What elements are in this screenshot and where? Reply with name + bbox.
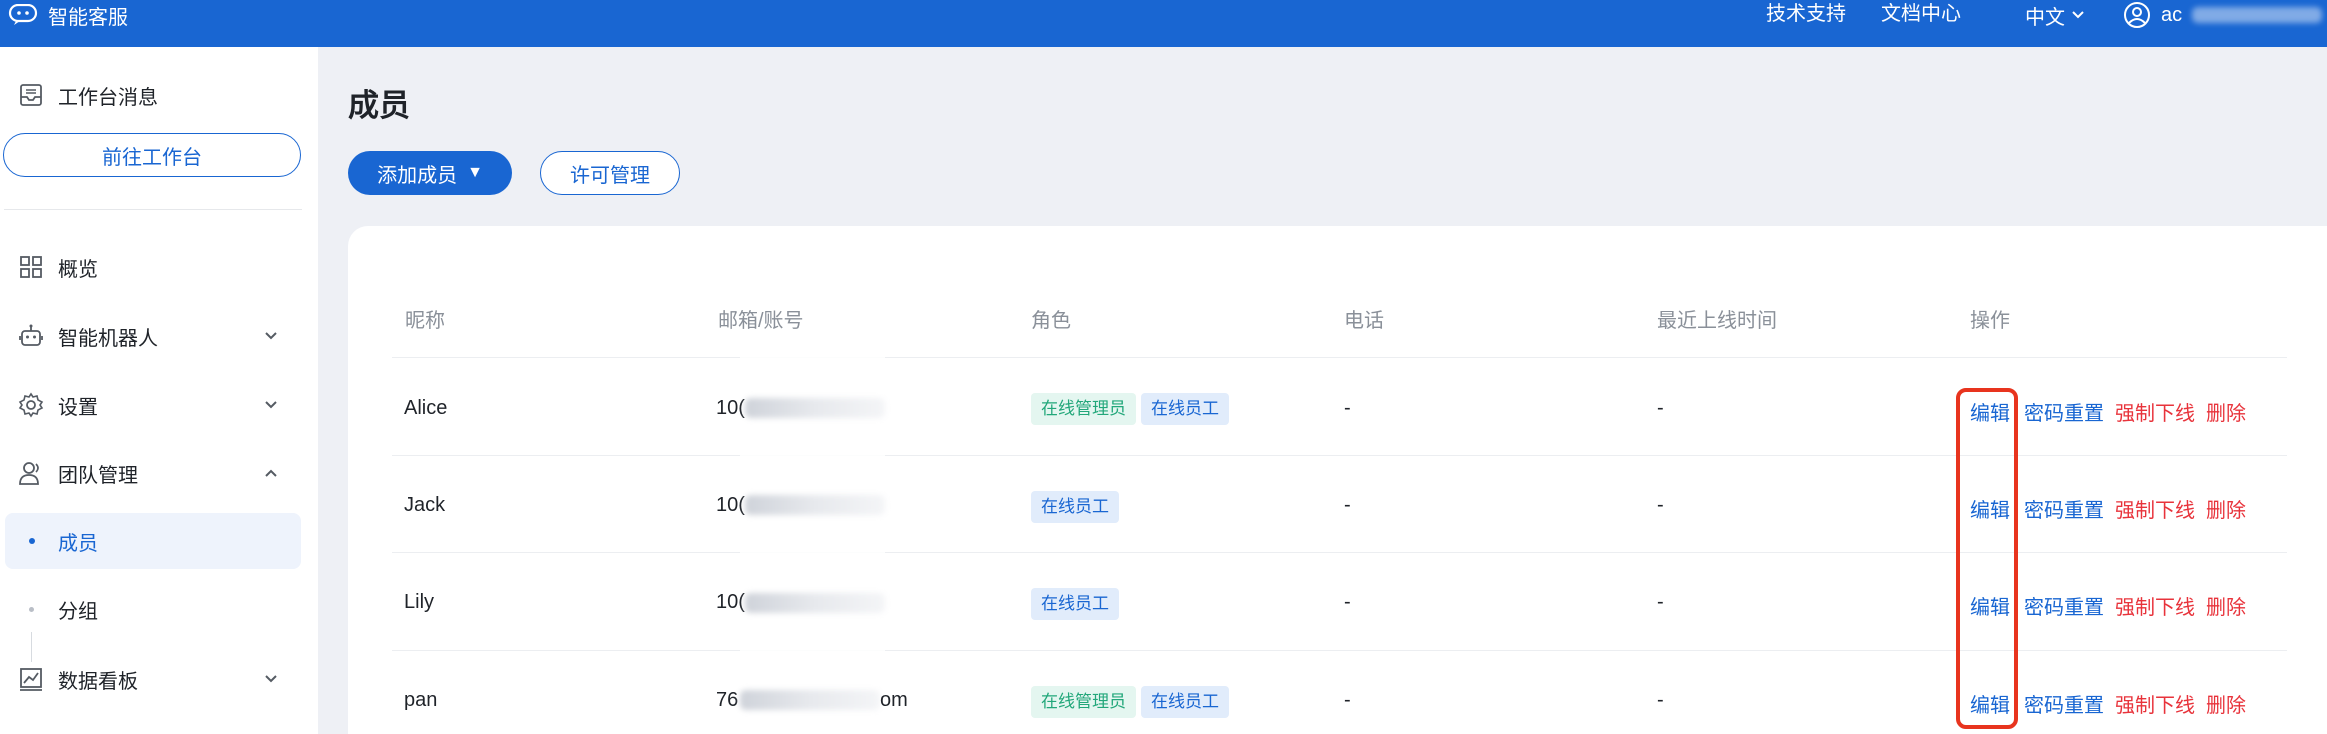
member-email: 76 bbox=[716, 689, 739, 711]
member-email: 10( bbox=[716, 494, 745, 516]
force-offline-link[interactable]: 强制下线 bbox=[2115, 689, 2195, 718]
column-header-actions: 操作 bbox=[1970, 310, 2010, 332]
sidebar-item-team[interactable]: 团队管理 bbox=[0, 446, 318, 500]
sidebar-item-dashboard[interactable]: 数据看板 bbox=[0, 652, 318, 706]
caret-down-icon: ▼ bbox=[467, 164, 483, 181]
docs-link[interactable]: 文档中心 bbox=[1881, 0, 1961, 30]
language-select[interactable]: 中文 bbox=[2025, 0, 2085, 30]
add-member-button[interactable]: 添加成员 ▼ bbox=[348, 151, 512, 195]
column-header-email: 邮箱/账号 bbox=[718, 310, 804, 332]
member-phone: - bbox=[1344, 494, 1351, 516]
chevron-down-icon bbox=[2072, 11, 2084, 19]
delete-link[interactable]: 删除 bbox=[2206, 397, 2246, 426]
sidebar-item-overview[interactable]: 概览 bbox=[0, 240, 318, 294]
delete-link[interactable]: 删除 bbox=[2206, 689, 2246, 718]
reset-password-link[interactable]: 密码重置 bbox=[2024, 689, 2104, 718]
brand-name: 智能客服 bbox=[48, 6, 128, 29]
member-nickname: Jack bbox=[404, 494, 446, 516]
member-nickname: pan bbox=[404, 689, 438, 711]
brand[interactable]: 智能客服 bbox=[8, 0, 128, 30]
row-divider bbox=[392, 357, 2287, 358]
chevron-down-icon bbox=[265, 675, 277, 683]
reset-password-link[interactable]: 密码重置 bbox=[2024, 591, 2104, 620]
role-tag-staff: 在线员工 bbox=[1141, 393, 1229, 425]
inbox-icon bbox=[20, 84, 42, 106]
member-last-online: - bbox=[1657, 591, 1664, 613]
grid-icon bbox=[20, 256, 42, 278]
robot-icon bbox=[19, 324, 43, 346]
sidebar-item-settings[interactable]: 设置 bbox=[0, 378, 318, 432]
sidebar-item-label: 团队管理 bbox=[58, 464, 138, 487]
force-offline-link[interactable]: 强制下线 bbox=[2115, 591, 2195, 620]
column-header-phone: 电话 bbox=[1344, 310, 1384, 332]
column-header-last-online: 最近上线时间 bbox=[1657, 310, 1777, 332]
chat-bot-icon bbox=[8, 4, 38, 25]
delete-link[interactable]: 删除 bbox=[2206, 494, 2246, 523]
sidebar-subitem-label: 分组 bbox=[58, 600, 98, 623]
user-icon bbox=[2124, 2, 2150, 28]
member-phone: - bbox=[1344, 591, 1351, 613]
license-management-button[interactable]: 许可管理 bbox=[540, 151, 680, 195]
language-label: 中文 bbox=[2025, 6, 2065, 29]
chevron-down-icon bbox=[265, 401, 277, 409]
sidebar-item-label: 设置 bbox=[58, 396, 98, 419]
role-tag-staff: 在线员工 bbox=[1031, 588, 1119, 620]
sidebar-subitem-members[interactable]: 成员 bbox=[5, 513, 301, 569]
column-header-nickname: 昵称 bbox=[405, 310, 445, 332]
sidebar-item-label: 工作台消息 bbox=[58, 86, 158, 109]
member-last-online: - bbox=[1657, 397, 1664, 419]
user-name-mask bbox=[2192, 7, 2323, 23]
column-header-role: 角色 bbox=[1031, 310, 1071, 332]
role-tag-admin: 在线管理员 bbox=[1031, 393, 1136, 425]
member-nickname: Lily bbox=[404, 591, 435, 613]
role-tag-staff: 在线员工 bbox=[1141, 686, 1229, 718]
member-email: 10( bbox=[716, 397, 745, 419]
member-email: 10( bbox=[716, 591, 745, 613]
tech-support-link[interactable]: 技术支持 bbox=[1766, 0, 1846, 30]
user-name: ac bbox=[2161, 3, 2183, 26]
inactive-dot bbox=[29, 606, 34, 612]
sidebar: 工作台消息 前往工作台 概览 智能机器人 设置 团队管理 成员 分组 数据看板 bbox=[0, 47, 318, 734]
email-mask bbox=[745, 495, 885, 515]
member-email-suffix: om bbox=[880, 689, 908, 711]
force-offline-link[interactable]: 强制下线 bbox=[2115, 494, 2195, 523]
active-dot bbox=[29, 538, 35, 544]
chart-icon bbox=[20, 668, 42, 691]
member-nickname: Alice bbox=[404, 397, 448, 419]
gear-icon bbox=[18, 392, 44, 418]
page-title: 成员 bbox=[348, 88, 410, 123]
top-bar: 智能客服 技术支持 文档中心 中文 ac bbox=[0, 0, 2327, 47]
email-mask bbox=[740, 690, 880, 710]
sidebar-item-workbench-messages[interactable]: 工作台消息 bbox=[0, 68, 318, 122]
email-mask bbox=[745, 593, 885, 613]
members-table-card bbox=[348, 226, 2327, 734]
edit-column-highlight bbox=[1956, 388, 2018, 729]
add-member-label: 添加成员 bbox=[377, 164, 458, 187]
role-tag-staff: 在线员工 bbox=[1031, 491, 1119, 523]
goto-workbench-button[interactable]: 前往工作台 bbox=[3, 133, 301, 177]
sidebar-item-label: 智能机器人 bbox=[58, 327, 158, 350]
user-menu[interactable]: ac bbox=[2123, 0, 2327, 30]
role-tag-admin: 在线管理员 bbox=[1031, 686, 1136, 718]
sidebar-item-robot[interactable]: 智能机器人 bbox=[0, 309, 318, 363]
member-last-online: - bbox=[1657, 494, 1664, 516]
reset-password-link[interactable]: 密码重置 bbox=[2024, 397, 2104, 426]
member-phone: - bbox=[1344, 397, 1351, 419]
sidebar-divider bbox=[4, 209, 302, 210]
chevron-up-icon bbox=[265, 469, 277, 477]
force-offline-link[interactable]: 强制下线 bbox=[2115, 397, 2195, 426]
reset-password-link[interactable]: 密码重置 bbox=[2024, 494, 2104, 523]
delete-link[interactable]: 删除 bbox=[2206, 591, 2246, 620]
sidebar-subitem-groups[interactable]: 分组 bbox=[5, 581, 301, 637]
sidebar-item-label: 数据看板 bbox=[58, 670, 138, 693]
chevron-down-icon bbox=[265, 332, 277, 340]
sidebar-subitem-label: 成员 bbox=[58, 532, 98, 555]
team-icon bbox=[19, 462, 39, 485]
member-last-online: - bbox=[1657, 689, 1664, 711]
member-phone: - bbox=[1344, 689, 1351, 711]
sidebar-item-label: 概览 bbox=[58, 258, 98, 281]
email-mask bbox=[745, 398, 885, 418]
